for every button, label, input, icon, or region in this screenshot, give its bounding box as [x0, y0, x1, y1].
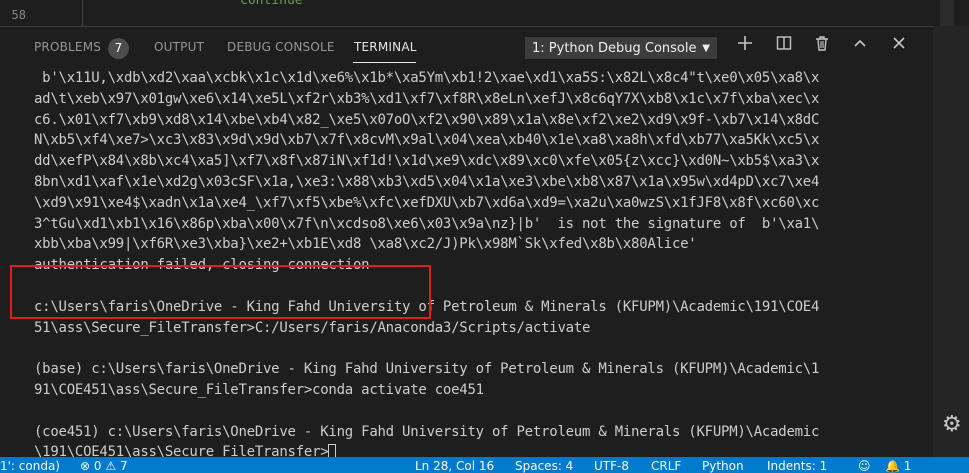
terminal-line: xbb\xba\x99|\xf6R\xe3\xba}\xe2+\xb1E\xd8…: [34, 236, 697, 253]
status-bar: 1': conda) ⊗ 0 ⚠ 7 Ln 28, Col 16 Spaces:…: [0, 457, 969, 473]
tab-output[interactable]: OUTPUT: [154, 40, 204, 54]
terminal-line: N\xb5\xf4\xe7>\xc3\x83\x9d\x9d\xb7\x7f\x…: [34, 132, 820, 149]
status-indents[interactable]: Indents: 1: [767, 458, 827, 473]
status-warning-count: 7: [119, 459, 128, 473]
highlight-annotation-box: [10, 265, 431, 319]
indent-guide: [82, 0, 83, 26]
terminal-line: b'\x11U,\xdb\xd2\xaa\xcbk\x1c\x1d\xe6%\x…: [34, 70, 820, 86]
terminal-line: 91\COE451\ass\Secure_FileTransfer>conda …: [34, 381, 484, 398]
terminal-line: dd\xefP\x84\x8b\xc4\xa5]\xf7\x8f\x87iN\x…: [34, 153, 820, 170]
warning-icon: ⚠: [105, 459, 117, 473]
status-encoding[interactable]: UTF-8: [594, 458, 629, 473]
error-icon: ⊗: [80, 459, 91, 473]
status-notifications[interactable]: 🔔 1: [885, 458, 911, 473]
bell-icon: 🔔: [885, 459, 900, 473]
trash-icon[interactable]: [811, 35, 833, 57]
tab-debug-console[interactable]: DEBUG CONSOLE: [227, 40, 335, 54]
chevron-down-icon: ▼: [698, 38, 710, 58]
line-number: 58: [11, 8, 26, 22]
right-scrollbar-rail[interactable]: [933, 26, 969, 457]
close-icon[interactable]: [888, 35, 910, 57]
gear-icon[interactable]: ⚙: [942, 412, 962, 437]
tab-terminal[interactable]: TERMINAL: [354, 40, 417, 54]
editor-area: 58 continue: [0, 0, 969, 26]
active-tab-indicator: [353, 62, 416, 63]
bottom-panel: PROBLEMS 7 OUTPUT DEBUG CONSOLE TERMINAL…: [0, 26, 933, 461]
status-notification-count: 1: [903, 459, 912, 473]
panel-tabs: PROBLEMS 7 OUTPUT DEBUG CONSOLE TERMINAL…: [0, 27, 933, 67]
status-indentation[interactable]: Spaces: 4: [515, 458, 573, 473]
status-eol[interactable]: CRLF: [651, 458, 681, 473]
plus-icon[interactable]: [734, 35, 756, 57]
status-error-count: 0: [93, 459, 102, 473]
status-interpreter[interactable]: 1': conda): [0, 458, 60, 473]
status-language[interactable]: Python: [702, 458, 744, 473]
terminal-line: c6.\x01\xf7\xb9\xd8\x14\xbe\xb4\x82_\xe5…: [34, 111, 820, 128]
terminal-line: ad\t\xeb\x97\x01gw\xe6\x14\xe5L\xf2r\xb3…: [34, 90, 820, 107]
terminal-selector[interactable]: 1: Python Debug Console ▼: [525, 37, 717, 59]
split-icon[interactable]: [773, 35, 795, 57]
terminal-line: \xd9\x91\xe4$\xadn\x1a\xe4_\xf7\xf5\xbe%…: [34, 194, 820, 211]
terminal-line: 3^tGu\xd1\xb1\x16\x86p\xba\x00\x7f\n\xcd…: [34, 215, 820, 232]
editor-gutter: 58: [0, 0, 38, 26]
editor-scrollbar[interactable]: [940, 0, 954, 26]
terminal-line: (coe451) c:\Users\faris\OneDrive - King …: [34, 423, 820, 440]
feedback-icon[interactable]: ☺: [858, 458, 871, 473]
tab-problems[interactable]: PROBLEMS: [34, 40, 101, 54]
status-cursor-position[interactable]: Ln 28, Col 16: [415, 458, 494, 473]
status-problems[interactable]: ⊗ 0 ⚠ 7: [80, 458, 128, 473]
terminal-line: 51\ass\Secure_FileTransfer>C:/Users/fari…: [34, 319, 591, 336]
terminal-line: (base) c:\Users\faris\OneDrive - King Fa…: [34, 361, 820, 378]
terminal-line: 8bn\xd1\xaf\x1e\xd2g\x03cSF\x1a,\xe3:\x8…: [34, 173, 820, 190]
problems-count-badge: 7: [108, 38, 129, 59]
chevron-up-icon[interactable]: [849, 35, 871, 57]
code-line[interactable]: continue: [240, 0, 303, 8]
terminal-selector-value: 1: Python Debug Console: [532, 41, 697, 56]
